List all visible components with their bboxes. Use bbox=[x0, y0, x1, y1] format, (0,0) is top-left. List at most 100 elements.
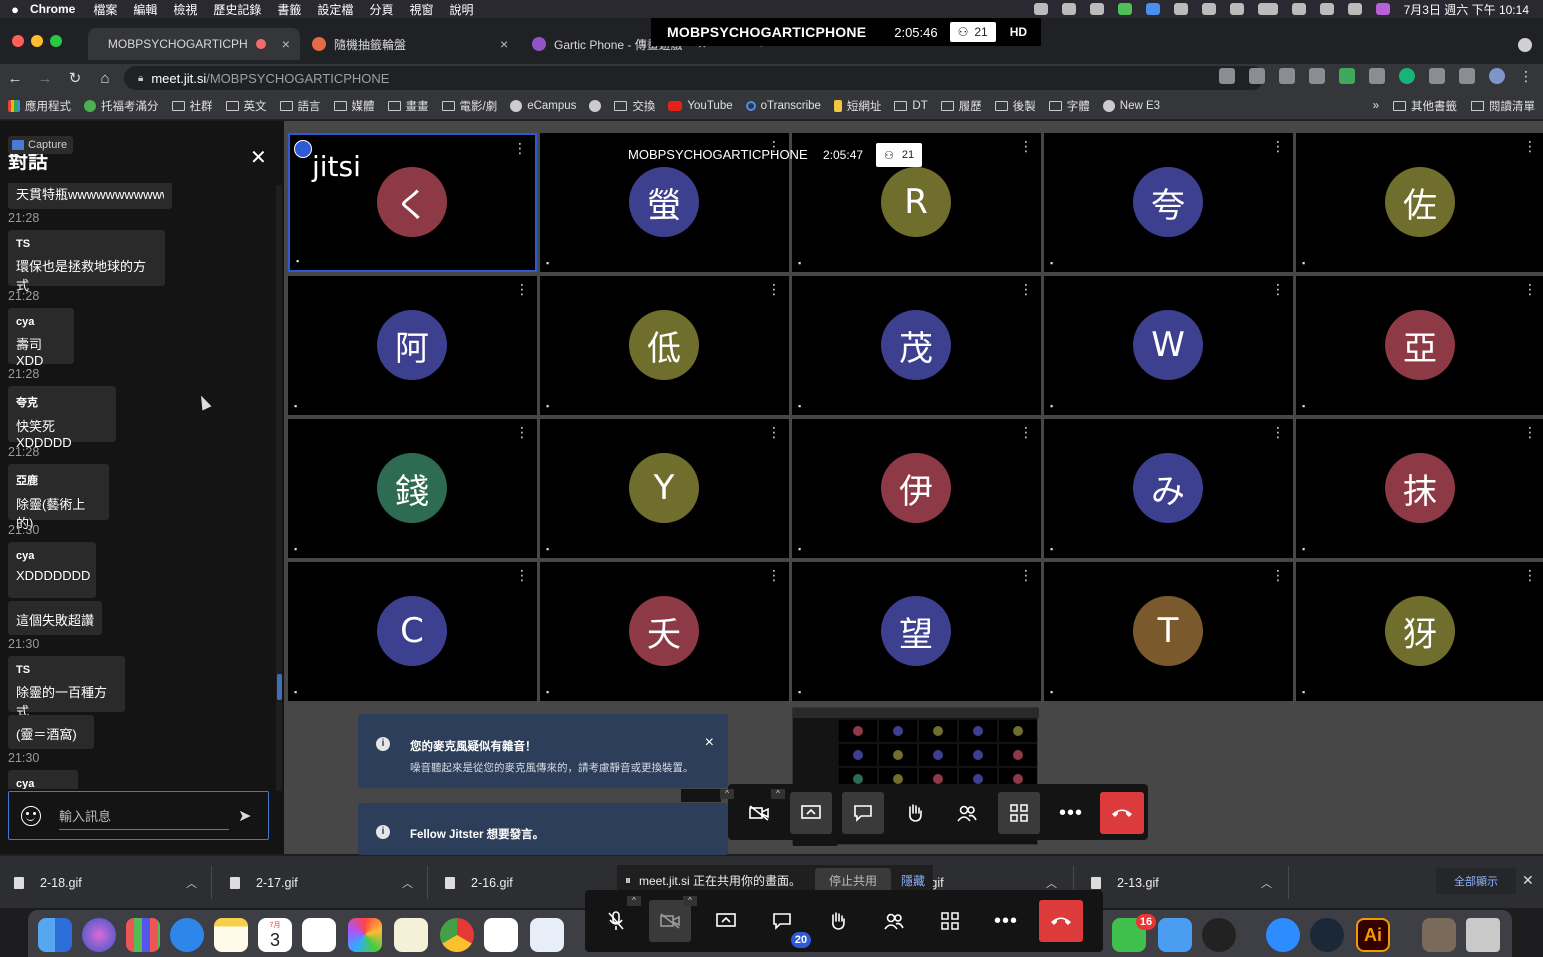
battery-icon[interactable] bbox=[1257, 3, 1278, 15]
bookmark-youtube[interactable]: YouTube bbox=[668, 100, 733, 112]
participant-tile[interactable]: 望 ⋮ ▪ bbox=[792, 562, 1041, 701]
participant-tile[interactable]: 佐 ⋮ ▪ bbox=[1296, 133, 1543, 272]
bookmark-folder[interactable]: 交換 bbox=[614, 98, 655, 114]
tile-menu-icon[interactable]: ⋮ bbox=[1019, 282, 1033, 296]
bookmark-new-e3[interactable]: New E3 bbox=[1102, 99, 1160, 112]
participants-button[interactable] bbox=[873, 900, 915, 942]
camera-off-button[interactable] bbox=[649, 900, 691, 942]
close-icon[interactable]: × bbox=[705, 734, 714, 752]
chat-scrollbar[interactable] bbox=[276, 185, 282, 791]
clock[interactable]: 7月3日 週六 下午 10:14 bbox=[1404, 1, 1529, 18]
tile-menu-icon[interactable]: ⋮ bbox=[1271, 282, 1285, 296]
participant-tile[interactable]: T ⋮ ▪ bbox=[1044, 562, 1293, 701]
participant-count[interactable]: ⚇ 21 bbox=[949, 22, 996, 42]
capture-label[interactable]: Capture bbox=[8, 136, 74, 154]
download-item[interactable]: 2-16.gif bbox=[445, 856, 513, 909]
home-icon[interactable]: ⌂ bbox=[90, 70, 120, 87]
dock-reminders[interactable] bbox=[302, 918, 336, 952]
back-icon[interactable]: ← bbox=[0, 70, 30, 87]
bookmark-folder[interactable]: 英文 bbox=[225, 98, 267, 114]
caret-up-icon[interactable]: ^ bbox=[720, 789, 734, 799]
zoom-icon[interactable] bbox=[1145, 3, 1160, 15]
chat-toggle-button[interactable] bbox=[842, 792, 884, 834]
close-downloads-icon[interactable]: ✕ bbox=[1522, 872, 1534, 889]
kebab-menu-icon[interactable]: ⋮ bbox=[1519, 68, 1533, 85]
participant-tile[interactable]: 伊 ⋮ ▪ bbox=[792, 419, 1041, 558]
tile-menu-icon[interactable]: ⋮ bbox=[1271, 425, 1285, 439]
dock-mail[interactable] bbox=[1158, 918, 1192, 952]
share-screen-button[interactable] bbox=[705, 900, 747, 942]
wifi-icon[interactable] bbox=[1291, 3, 1306, 15]
bookmark-folder[interactable]: 電影/劇 bbox=[441, 98, 497, 114]
tile-menu-icon[interactable]: ⋮ bbox=[767, 282, 781, 296]
profile-menu-icon[interactable] bbox=[1518, 38, 1532, 52]
pocket-icon[interactable] bbox=[1309, 68, 1325, 84]
menu-window[interactable]: 視窗 bbox=[409, 1, 433, 18]
dock-keynote[interactable] bbox=[530, 918, 564, 952]
chat-message-input[interactable] bbox=[59, 804, 229, 830]
caret-up-icon[interactable]: ^ bbox=[683, 896, 697, 906]
more-bookmarks-icon[interactable]: » bbox=[1373, 100, 1379, 112]
search-icon[interactable] bbox=[1319, 3, 1334, 15]
bookmark-shorturl[interactable]: 短網址 bbox=[833, 98, 881, 114]
participant-tile[interactable]: 亞 ⋮ ▪ bbox=[1296, 276, 1543, 415]
send-icon[interactable]: ➤ bbox=[238, 806, 251, 826]
line-icon[interactable] bbox=[1117, 3, 1132, 15]
dock-zoom[interactable] bbox=[1266, 918, 1300, 952]
dock-obs[interactable] bbox=[1202, 918, 1236, 952]
dock-siri[interactable] bbox=[82, 918, 116, 952]
status-icon[interactable] bbox=[1089, 3, 1104, 15]
bookmark-apps[interactable]: 應用程式 bbox=[8, 98, 71, 114]
chat-scrollbar-thumb[interactable] bbox=[277, 674, 282, 700]
dock-photos[interactable] bbox=[348, 918, 382, 952]
close-icon[interactable]: ✕ bbox=[250, 145, 267, 170]
participant-tile[interactable]: 錢 ⋮ ▪ bbox=[288, 419, 537, 558]
mute-button[interactable] bbox=[595, 900, 637, 942]
stop-sharing-button[interactable]: 停止共用 bbox=[815, 867, 892, 893]
raise-hand-button[interactable] bbox=[894, 792, 936, 834]
tile-menu-icon[interactable]: ⋮ bbox=[767, 425, 781, 439]
tile-menu-icon[interactable]: ⋮ bbox=[1523, 425, 1537, 439]
participant-tile[interactable]: み ⋮ ▪ bbox=[1044, 419, 1293, 558]
download-item[interactable]: 2-17.gif ︿ bbox=[230, 856, 413, 909]
menu-help[interactable]: 說明 bbox=[449, 1, 473, 18]
dock-safari[interactable] bbox=[170, 918, 204, 952]
tile-menu-icon[interactable]: ⋮ bbox=[515, 568, 529, 582]
inner-participant-count[interactable]: ⚇ 21 bbox=[876, 143, 923, 167]
participant-tile[interactable]: 阿 ⋮ ▪ bbox=[288, 276, 537, 415]
tile-menu-icon[interactable]: ⋮ bbox=[1019, 139, 1033, 153]
tile-menu-icon[interactable]: ⋮ bbox=[1019, 568, 1033, 582]
status-icon[interactable] bbox=[1033, 3, 1048, 15]
bookmark-folder[interactable]: 履歷 bbox=[940, 98, 982, 114]
address-bar[interactable]: 🔒︎ meet.jit.si /MOBPSYCHOGARTICPHONE bbox=[124, 66, 1264, 90]
dock-illustrator[interactable]: Ai bbox=[1356, 918, 1390, 952]
bookmark-folder[interactable]: 社群 bbox=[171, 98, 213, 114]
notion-icon[interactable] bbox=[1429, 68, 1445, 84]
menu-tab[interactable]: 分頁 bbox=[369, 1, 393, 18]
bookmark-reading-list[interactable]: 閱讀清單 bbox=[1471, 98, 1535, 114]
bookmark-ecampus[interactable]: eCampus bbox=[510, 99, 576, 112]
tile-menu-icon[interactable]: ⋮ bbox=[1523, 282, 1537, 296]
tile-menu-icon[interactable]: ⋮ bbox=[513, 141, 527, 155]
share-screen-button[interactable] bbox=[790, 792, 832, 834]
participants-button[interactable] bbox=[946, 792, 988, 834]
avatar[interactable] bbox=[1489, 68, 1505, 84]
status-icon[interactable] bbox=[1061, 3, 1076, 15]
participant-tile[interactable]: 茂 ⋮ ▪ bbox=[792, 276, 1041, 415]
tile-menu-icon[interactable]: ⋮ bbox=[1019, 425, 1033, 439]
maximize-window-button[interactable] bbox=[50, 35, 62, 47]
chevron-up-icon[interactable]: ︿ bbox=[402, 875, 413, 891]
caret-up-icon[interactable]: ^ bbox=[627, 896, 641, 906]
dock-chrome[interactable] bbox=[440, 918, 474, 952]
participant-tile[interactable]: Y ⋮ ▪ bbox=[540, 419, 789, 558]
dock-launchpad[interactable] bbox=[126, 918, 160, 952]
raise-hand-button[interactable] bbox=[817, 900, 859, 942]
bookmark-folder[interactable]: 後製 bbox=[994, 98, 1036, 114]
tab-jitsi[interactable]: MOBPSYCHOGARTICPHO × bbox=[88, 28, 300, 60]
tile-menu-icon[interactable]: ⋮ bbox=[515, 425, 529, 439]
tile-menu-icon[interactable]: ⋮ bbox=[515, 282, 529, 296]
forward-icon[interactable]: → bbox=[30, 70, 60, 87]
dock-downloads-stack[interactable] bbox=[1422, 918, 1456, 952]
bookmark-folder[interactable]: DT bbox=[894, 100, 928, 112]
video-quality-label[interactable]: HD bbox=[996, 25, 1041, 39]
